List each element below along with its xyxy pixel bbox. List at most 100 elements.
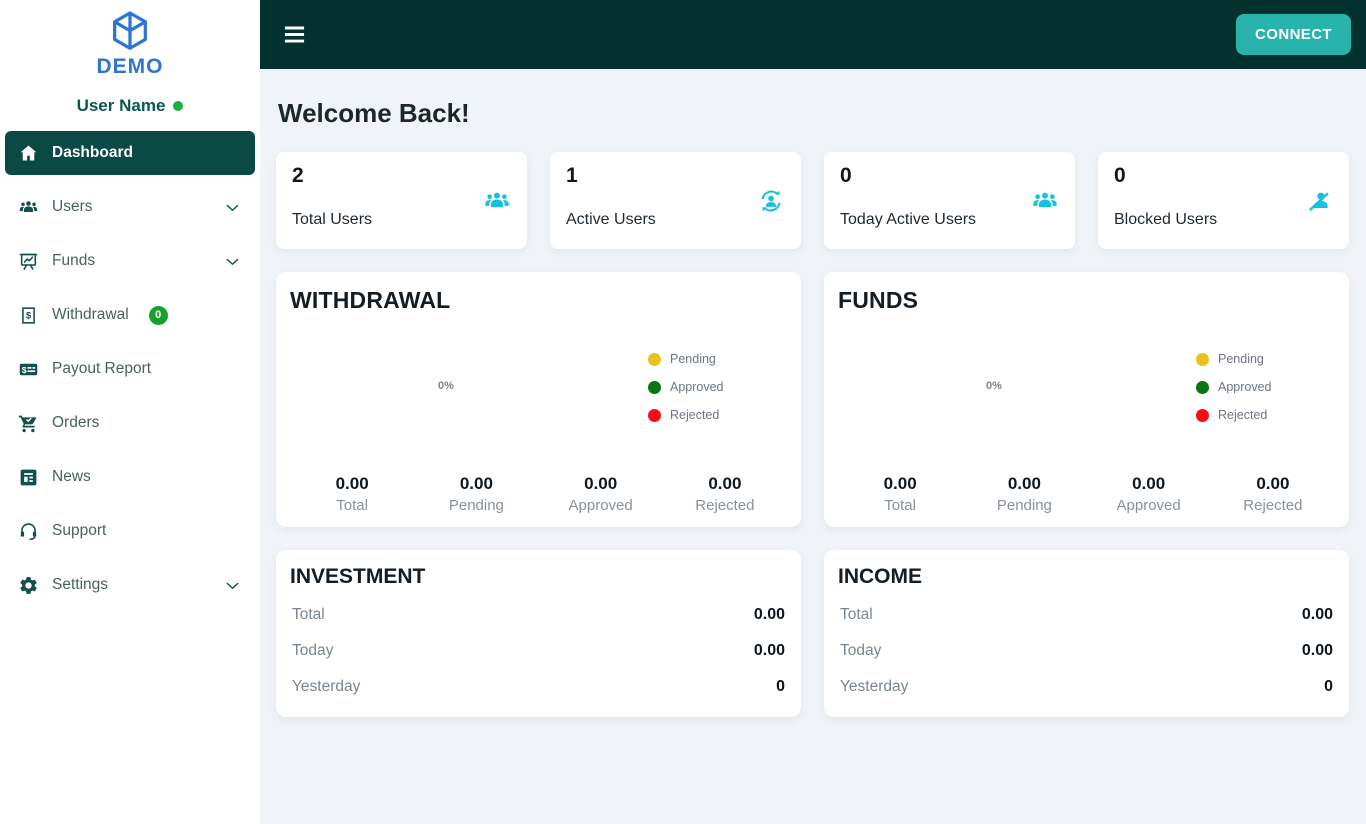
sidebar-item-dashboard[interactable]: Dashboard [5, 131, 255, 175]
stat-value: 1 [566, 164, 578, 187]
stat-label: Total Users [292, 211, 373, 228]
legend-label: Pending [1218, 352, 1264, 366]
user-info: User Name [0, 96, 260, 116]
summary-row-yesterday: Yesterday 0 [838, 669, 1335, 705]
funds-chart-card: FUNDS 0% Pending Approved Rejected 0.00 … [824, 272, 1349, 527]
footer-stat-total: 0.00 Total [838, 474, 962, 514]
connect-button[interactable]: CONNECT [1236, 14, 1351, 55]
stat-card-today-active-users: 0 Today Active Users [824, 152, 1075, 249]
sidebar-item-payout-report[interactable]: $ Payout Report [0, 347, 260, 391]
stat-value: 0.00 [1007, 474, 1041, 493]
legend-item-rejected[interactable]: Rejected [648, 408, 724, 422]
stat-label: Active Users [566, 211, 656, 228]
summary-row-total: Total 0.00 [290, 597, 787, 633]
blocked-user-icon [1305, 187, 1333, 215]
footer-stat-pending: 0.00 Pending [962, 474, 1086, 514]
sidebar-nav: Dashboard Users Funds $ Withdrawal 0 $ P… [0, 131, 260, 607]
withdrawal-count-badge: 0 [148, 305, 168, 325]
row-value: 0.00 [753, 642, 785, 659]
card-title: INVESTMENT [290, 565, 426, 588]
sidebar-item-label: Support [52, 522, 107, 539]
legend-item-approved[interactable]: Approved [1196, 380, 1272, 394]
legend-item-pending[interactable]: Pending [1196, 352, 1272, 366]
sidebar-item-news[interactable]: News [0, 455, 260, 499]
sidebar-item-label: News [52, 468, 91, 485]
footer-stat-rejected: 0.00 Rejected [663, 474, 787, 514]
svg-text:$: $ [26, 310, 31, 320]
legend-item-rejected[interactable]: Rejected [1196, 408, 1272, 422]
footer-stat-pending: 0.00 Pending [414, 474, 538, 514]
sidebar-item-withdrawal[interactable]: $ Withdrawal 0 [0, 293, 260, 337]
funds-chart-board-icon [18, 251, 39, 272]
main-column: CONNECT Welcome Back! 2 Total Users 1 Ac… [260, 0, 1366, 824]
summary-row-today: Today 0.00 [838, 633, 1335, 669]
sidebar-item-orders[interactable]: Orders [0, 401, 260, 445]
chevron-down-icon [223, 198, 242, 217]
chart-footer-stats: 0.00 Total 0.00 Pending 0.00 Approved 0.… [838, 474, 1335, 514]
stat-label: Pending [448, 497, 504, 514]
hamburger-menu-icon[interactable] [281, 21, 308, 48]
row-label: Yesterday [292, 678, 361, 695]
stat-card-active-users: 1 Active Users [550, 152, 801, 249]
stat-value: 2 [292, 164, 304, 187]
summary-cards-row: INVESTMENT Total 0.00 Today 0.00 Yesterd… [276, 550, 1349, 717]
payout-card-icon: $ [18, 359, 39, 380]
stat-card-blocked-users: 0 Blocked Users [1098, 152, 1349, 249]
legend-label: Rejected [1218, 408, 1268, 422]
footer-stat-total: 0.00 Total [290, 474, 414, 514]
legend-item-approved[interactable]: Approved [648, 380, 724, 394]
legend-label: Approved [1218, 380, 1272, 394]
chart-cards-row: WITHDRAWAL 0% Pending Approved Rejected … [276, 272, 1349, 527]
cube-logo-icon [113, 11, 147, 50]
sidebar-item-label: Funds [52, 252, 96, 269]
stat-label: Total [336, 497, 368, 514]
legend-label: Pending [670, 352, 716, 366]
chart-footer-stats: 0.00 Total 0.00 Pending 0.00 Approved 0.… [290, 474, 787, 514]
cart-check-icon [18, 413, 39, 434]
legend-label: Approved [670, 380, 724, 394]
sidebar-item-support[interactable]: Support [0, 509, 260, 553]
footer-stat-rejected: 0.00 Rejected [1211, 474, 1335, 514]
active-user-sync-icon [757, 187, 785, 215]
gear-icon [18, 575, 39, 596]
group-users-icon [483, 187, 511, 215]
brand-logo: DEMO [0, 8, 260, 79]
sidebar-item-label: Dashboard [52, 144, 133, 161]
content-area: Welcome Back! 2 Total Users 1 Active Use… [260, 69, 1366, 717]
stat-card-total-users: 2 Total Users [276, 152, 527, 249]
chevron-down-icon [223, 576, 242, 595]
footer-stat-approved: 0.00 Approved [1087, 474, 1211, 514]
sidebar-item-funds[interactable]: Funds [0, 239, 260, 283]
row-label: Yesterday [840, 678, 909, 695]
headset-icon [18, 521, 39, 542]
donut-chart: 0% Pending Approved Rejected [290, 314, 787, 464]
stat-value: 0.00 [335, 474, 369, 493]
row-value: 0.00 [1301, 642, 1333, 659]
summary-row-total: Total 0.00 [838, 597, 1335, 633]
stat-label: Rejected [1243, 497, 1303, 514]
card-title: INCOME [838, 565, 922, 588]
stat-value: 0.00 [883, 474, 917, 493]
stat-label: Rejected [695, 497, 755, 514]
chart-legend: Pending Approved Rejected [1196, 352, 1272, 422]
sidebar-item-users[interactable]: Users [0, 185, 260, 229]
home-icon [18, 143, 39, 164]
stat-value: 0 [1114, 164, 1126, 187]
donut-center-label: 0% [986, 380, 1002, 392]
chart-legend: Pending Approved Rejected [648, 352, 724, 422]
legend-label: Rejected [670, 408, 720, 422]
sidebar: DEMO User Name Dashboard Users Funds $ W… [0, 0, 260, 824]
withdrawal-chart-card: WITHDRAWAL 0% Pending Approved Rejected … [276, 272, 801, 527]
legend-dot [648, 352, 661, 366]
stat-value: 0.00 [459, 474, 493, 493]
legend-item-pending[interactable]: Pending [648, 352, 724, 366]
row-value: 0.00 [753, 606, 785, 623]
sidebar-item-label: Payout Report [52, 360, 152, 377]
sidebar-item-settings[interactable]: Settings [0, 563, 260, 607]
sidebar-item-label: Withdrawal [52, 306, 129, 323]
investment-card: INVESTMENT Total 0.00 Today 0.00 Yesterd… [276, 550, 801, 717]
newspaper-icon [18, 467, 39, 488]
sidebar-item-label: Users [52, 198, 93, 215]
brand-name: DEMO [96, 55, 164, 78]
legend-dot [1196, 408, 1209, 422]
